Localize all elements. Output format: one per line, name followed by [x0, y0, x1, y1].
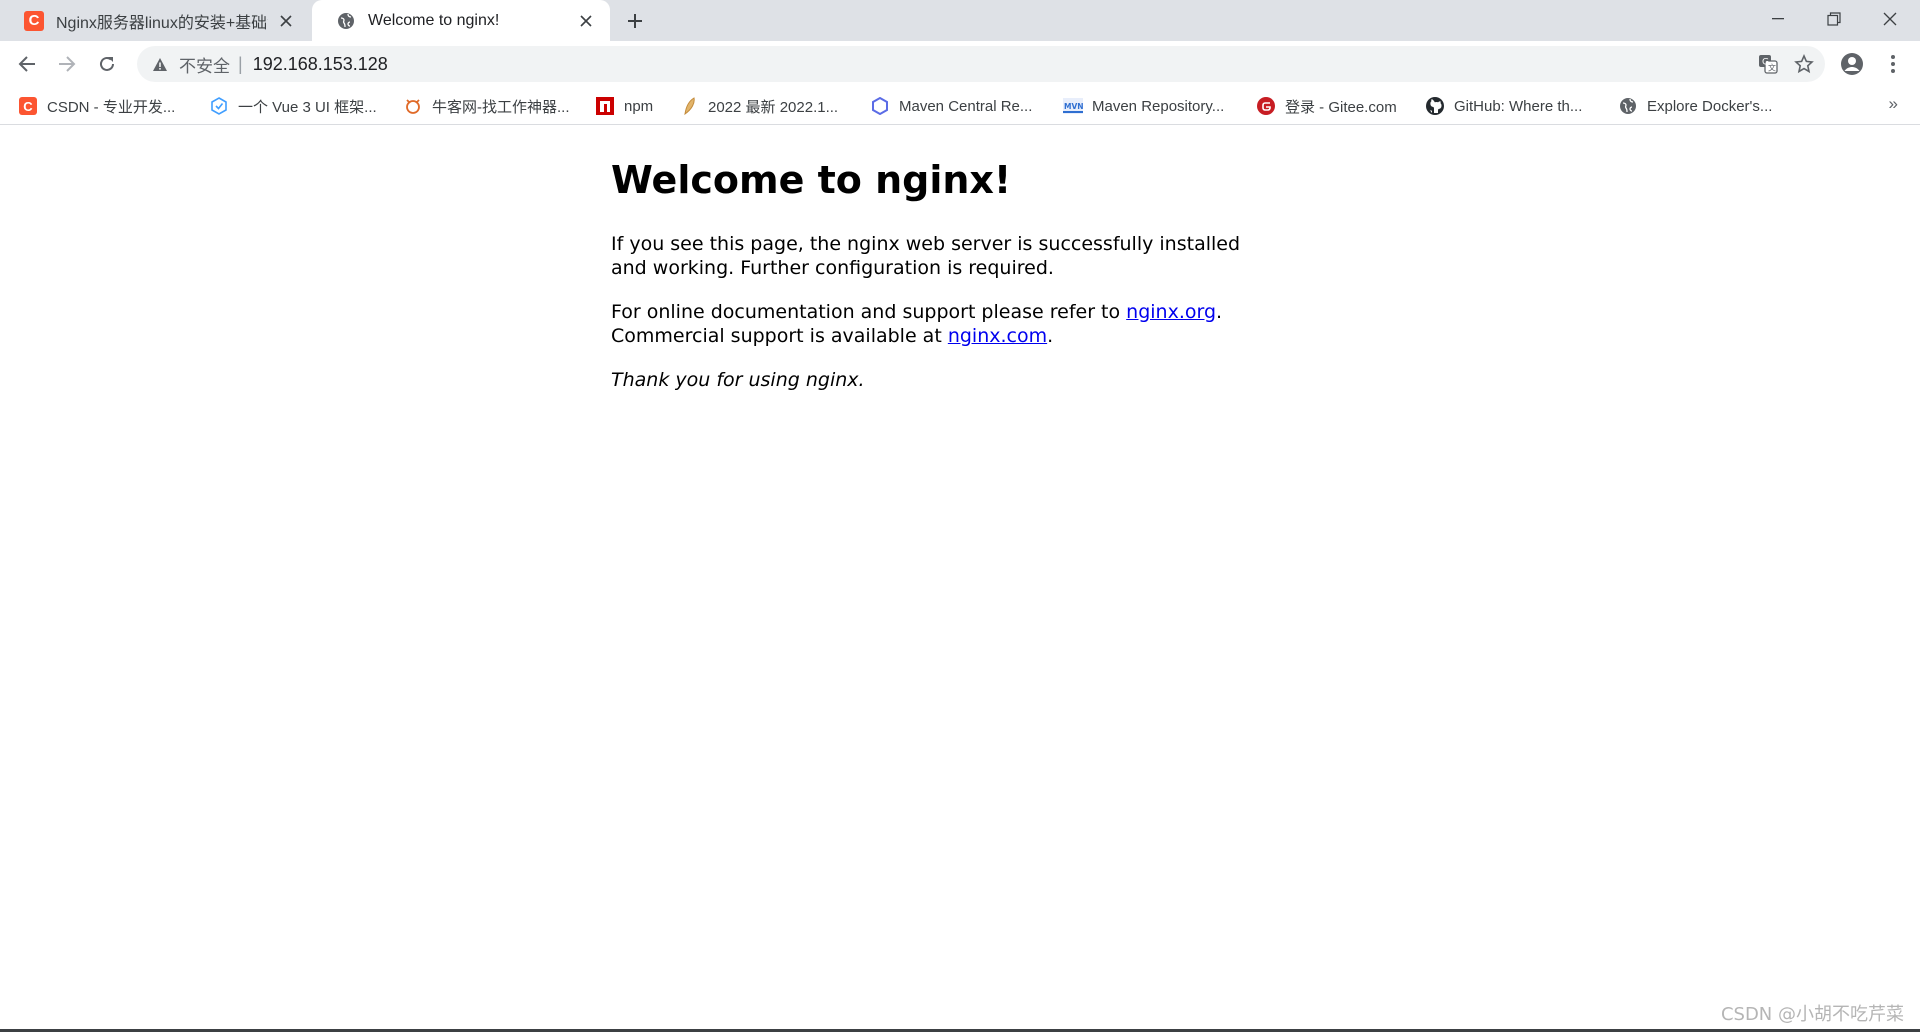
- watermark: CSDN @小胡不吃芹菜: [1720, 1004, 1904, 1025]
- svg-text:MVN: MVN: [1064, 102, 1083, 111]
- close-icon[interactable]: [1862, 0, 1918, 38]
- nginx-org-link[interactable]: nginx.org: [1126, 301, 1216, 323]
- gitee-icon: [1256, 96, 1276, 116]
- forward-icon[interactable]: [53, 50, 81, 78]
- minimize-icon[interactable]: [1750, 0, 1806, 38]
- toolbar: 不安全 | 192.168.153.128 G文: [0, 41, 1920, 87]
- close-icon[interactable]: [276, 11, 296, 31]
- url-text[interactable]: 192.168.153.128: [253, 54, 388, 75]
- bookmark-maven-repository[interactable]: MVN Maven Repository...: [1063, 94, 1224, 118]
- vue-ui-icon: [209, 96, 229, 116]
- svg-text:文: 文: [1768, 63, 1776, 73]
- address-bar[interactable]: 不安全 | 192.168.153.128 G文: [137, 46, 1825, 82]
- support-text-end: .: [1047, 325, 1054, 347]
- bookmark-csdn[interactable]: C CSDN - 专业开发...: [18, 94, 175, 118]
- bookmark-npm[interactable]: npm: [595, 94, 653, 118]
- tab-welcome-nginx[interactable]: Welcome to nginx!: [312, 0, 610, 41]
- bookmark-2022[interactable]: 2022 最新 2022.1...: [679, 94, 838, 118]
- mvn-icon: MVN: [1063, 96, 1083, 116]
- security-label[interactable]: 不安全: [179, 52, 230, 77]
- reload-icon[interactable]: [93, 50, 121, 78]
- bookmark-label: 牛客网-找工作神器...: [432, 98, 570, 116]
- bookmark-nowcoder[interactable]: 牛客网-找工作神器...: [403, 94, 570, 118]
- globe-icon: [1618, 96, 1638, 116]
- feather-icon: [679, 96, 699, 116]
- csdn-icon: C: [24, 10, 44, 31]
- bookmark-label: 2022 最新 2022.1...: [708, 98, 839, 116]
- restore-icon[interactable]: [1806, 0, 1862, 38]
- bookmark-github[interactable]: GitHub: Where th...: [1425, 94, 1582, 118]
- tab-csdn[interactable]: C Nginx服务器linux的安装+基础命: [0, 0, 310, 41]
- support-text: Commercial support is available at: [611, 325, 948, 347]
- tab-strip: C Nginx服务器linux的安装+基础命 Welcome to nginx!: [0, 0, 1920, 41]
- page-content: Welcome to nginx! If you see this page, …: [611, 125, 1271, 412]
- close-icon[interactable]: [576, 11, 596, 31]
- npm-icon: [595, 96, 615, 116]
- bookmark-label: Explore Docker's...: [1647, 97, 1773, 115]
- tab-title: Welcome to nginx!: [368, 11, 500, 29]
- bookmark-label: GitHub: Where th...: [1454, 97, 1583, 115]
- csdn-icon: C: [18, 96, 38, 116]
- bookmark-label: Maven Central Re...: [899, 97, 1033, 115]
- profile-icon[interactable]: [1838, 50, 1866, 78]
- nginx-com-link[interactable]: nginx.com: [948, 325, 1047, 347]
- bookmark-label: npm: [624, 97, 654, 115]
- page-title: Welcome to nginx!: [611, 158, 1012, 202]
- bookmarks-bar: C CSDN - 专业开发... 一个 Vue 3 UI 框架... 牛客网-找…: [0, 87, 1920, 125]
- github-icon: [1425, 96, 1445, 116]
- globe-icon: [336, 11, 356, 31]
- bookmark-label: Maven Repository...: [1092, 97, 1225, 115]
- tab-title: Nginx服务器linux的安装+基础命: [56, 14, 268, 32]
- new-tab-button[interactable]: [622, 8, 648, 34]
- separator: |: [238, 53, 243, 74]
- docs-text: For online documentation and support ple…: [611, 301, 1127, 323]
- hexagon-icon: [870, 96, 890, 116]
- star-icon[interactable]: [1793, 53, 1815, 75]
- docs-text-end: .: [1216, 301, 1223, 323]
- warning-icon[interactable]: [151, 55, 169, 73]
- thanks-text: Thank you for using nginx.: [611, 369, 865, 391]
- nowcoder-icon: [403, 96, 423, 116]
- back-icon[interactable]: [13, 50, 41, 78]
- bookmark-gitee[interactable]: 登录 - Gitee.com: [1256, 94, 1397, 118]
- bookmarks-overflow-button[interactable]: »: [1889, 94, 1898, 114]
- translate-icon[interactable]: G文: [1757, 53, 1779, 75]
- docs-paragraph: For online documentation and support ple…: [611, 300, 1271, 348]
- bookmark-maven-central[interactable]: Maven Central Re...: [870, 94, 1032, 118]
- menu-icon[interactable]: [1879, 50, 1907, 78]
- bookmark-label: 一个 Vue 3 UI 框架...: [238, 98, 377, 116]
- bookmark-label: 登录 - Gitee.com: [1285, 98, 1397, 116]
- intro-paragraph: If you see this page, the nginx web serv…: [611, 233, 1241, 279]
- bookmark-docker[interactable]: Explore Docker's...: [1618, 94, 1772, 118]
- bookmark-label: CSDN - 专业开发...: [47, 98, 176, 116]
- bookmark-vue-ui[interactable]: 一个 Vue 3 UI 框架...: [209, 94, 377, 118]
